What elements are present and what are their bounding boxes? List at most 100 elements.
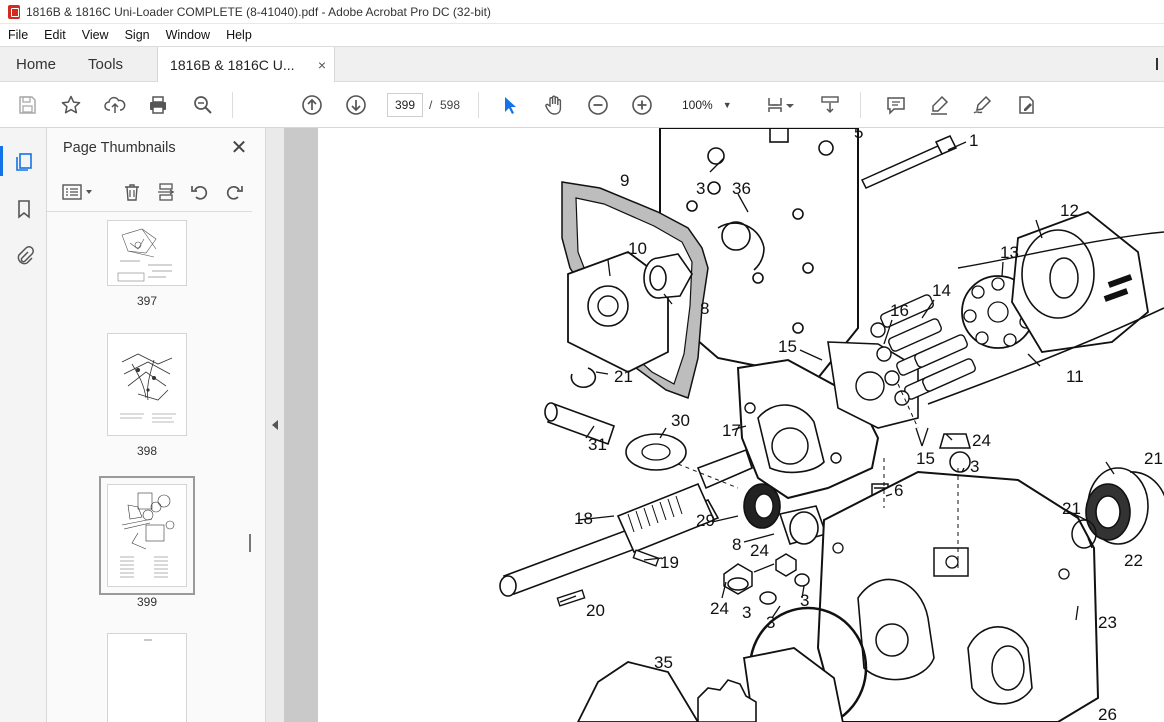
scroll-mode-icon[interactable] xyxy=(817,92,843,118)
tab-tools[interactable]: Tools xyxy=(72,47,139,81)
comment-icon[interactable] xyxy=(883,92,909,118)
part-label: 31 xyxy=(588,435,607,454)
panel-title: Page Thumbnails xyxy=(63,140,176,156)
print-icon[interactable] xyxy=(145,92,171,118)
part-label: 6 xyxy=(894,481,903,500)
scrollbar-handle[interactable] xyxy=(249,534,251,552)
part-label: 3 xyxy=(742,603,751,622)
star-icon[interactable] xyxy=(58,92,84,118)
highlight-icon[interactable] xyxy=(926,92,952,118)
collapse-panel-icon[interactable] xyxy=(272,420,278,430)
bookmark-icon[interactable] xyxy=(12,197,36,221)
menu-bar: File Edit View Sign Window Help xyxy=(0,24,1164,46)
part-label: 21 xyxy=(1144,449,1163,468)
part-label: 10 xyxy=(628,239,647,258)
part-label: 13 xyxy=(1000,243,1019,262)
pdf-page: 1 3 5 9 36 12 13 10 14 8 16 15 11 21 30 … xyxy=(318,128,1164,722)
part-label: 24 xyxy=(750,541,769,560)
left-navigation-rail xyxy=(0,128,47,722)
page-number-input[interactable]: 399 xyxy=(387,93,423,117)
page-thumbnails-icon[interactable] xyxy=(12,150,36,174)
menu-edit[interactable]: Edit xyxy=(36,28,74,42)
close-panel-icon[interactable]: ✕ xyxy=(228,136,250,159)
fit-dropdown-icon[interactable] xyxy=(784,92,796,118)
part-label: 1 xyxy=(969,131,978,150)
select-arrow-icon[interactable] xyxy=(497,92,523,118)
part-label: 35 xyxy=(654,653,673,672)
part-label: 24 xyxy=(710,599,729,618)
rotate-left-icon[interactable] xyxy=(188,180,212,204)
part-label: 5 xyxy=(854,128,863,142)
part-label: 24 xyxy=(972,431,991,450)
zoom-in-icon[interactable] xyxy=(629,92,655,118)
part-label: 11 xyxy=(1066,367,1084,386)
rotate-right-icon[interactable] xyxy=(222,180,246,204)
thumbnail-options-icon[interactable] xyxy=(61,180,97,204)
thumbnail-toolbar xyxy=(47,172,252,212)
thumbnail-label: 398 xyxy=(136,444,158,458)
thumbnail-drawing xyxy=(120,492,175,578)
part-label: 17 xyxy=(722,421,741,440)
menu-file[interactable]: File xyxy=(0,28,36,42)
sign-icon[interactable] xyxy=(969,92,995,118)
close-tab-icon[interactable]: × xyxy=(318,57,326,73)
part-label: 30 xyxy=(671,411,690,430)
edit-pdf-icon[interactable] xyxy=(1013,92,1039,118)
menu-window[interactable]: Window xyxy=(158,28,218,42)
more-tabs-icon[interactable] xyxy=(1150,47,1164,81)
zoom-select[interactable]: 100% ▼ xyxy=(676,93,740,117)
part-label: 15 xyxy=(916,449,935,468)
toolbar-divider xyxy=(232,92,233,118)
part-label: 3 xyxy=(800,591,809,610)
tab-home[interactable]: Home xyxy=(0,47,72,81)
part-label: 36 xyxy=(732,179,751,198)
toolbar-divider xyxy=(860,92,861,118)
page-total: 598 xyxy=(440,98,461,112)
part-label: 23 xyxy=(1098,613,1117,632)
thumbnail-scrollbar[interactable] xyxy=(243,218,255,718)
part-label: 12 xyxy=(1060,201,1079,220)
page-up-icon[interactable] xyxy=(299,92,325,118)
attachment-icon[interactable] xyxy=(12,243,36,267)
save-icon[interactable] xyxy=(14,92,40,118)
page-thumbnail[interactable] xyxy=(107,333,187,436)
acrobat-logo-icon xyxy=(8,4,20,19)
part-label: 16 xyxy=(890,301,909,320)
menu-sign[interactable]: Sign xyxy=(117,28,158,42)
toolbar-divider xyxy=(478,92,479,118)
part-label: 3 xyxy=(696,179,705,198)
thumbnails-panel: Page Thumbnails ✕ 397 398 399 xyxy=(47,128,266,722)
thumbnail-drawing xyxy=(120,353,176,423)
upload-icon[interactable] xyxy=(102,92,128,118)
part-label: 21 xyxy=(1062,499,1081,518)
menu-help[interactable]: Help xyxy=(218,28,260,42)
panel-splitter[interactable] xyxy=(266,128,284,722)
thumbnail-drawing xyxy=(144,639,152,641)
chevron-down-icon: ▼ xyxy=(722,100,732,110)
document-viewer[interactable]: 1 3 5 9 36 12 13 10 14 8 16 15 11 21 30 … xyxy=(284,128,1164,722)
trash-icon[interactable] xyxy=(120,180,144,204)
menu-view[interactable]: View xyxy=(74,28,117,42)
thumbnail-drawing xyxy=(117,228,172,282)
title-bar: 1816B & 1816C Uni-Loader COMPLETE (8-410… xyxy=(0,0,1164,24)
hand-icon[interactable] xyxy=(541,92,567,118)
search-zoom-icon[interactable] xyxy=(190,92,216,118)
zoom-out-icon[interactable] xyxy=(585,92,611,118)
part-label: 15 xyxy=(778,337,797,356)
part-label: 22 xyxy=(1124,551,1143,570)
page-thumbnail[interactable] xyxy=(107,220,187,286)
tab-bar: Home Tools 1816B & 1816C U... × xyxy=(0,46,1164,82)
page-thumbnail[interactable] xyxy=(107,633,187,722)
thumbnail-label: 397 xyxy=(136,294,158,308)
part-label: 19 xyxy=(660,553,679,572)
part-label: 18 xyxy=(574,509,593,528)
document-tab-label: 1816B & 1816C U... xyxy=(170,56,295,73)
part-label: 8 xyxy=(700,299,709,318)
page-thumbnail-selected[interactable] xyxy=(99,476,195,595)
part-label: 3 xyxy=(766,613,775,632)
insert-pages-icon[interactable] xyxy=(154,180,178,204)
toolbar: 399 / 598 100% ▼ xyxy=(0,82,1164,128)
page-separator: / xyxy=(429,98,433,112)
page-down-icon[interactable] xyxy=(343,92,369,118)
tab-document[interactable]: 1816B & 1816C U... × xyxy=(157,47,336,82)
